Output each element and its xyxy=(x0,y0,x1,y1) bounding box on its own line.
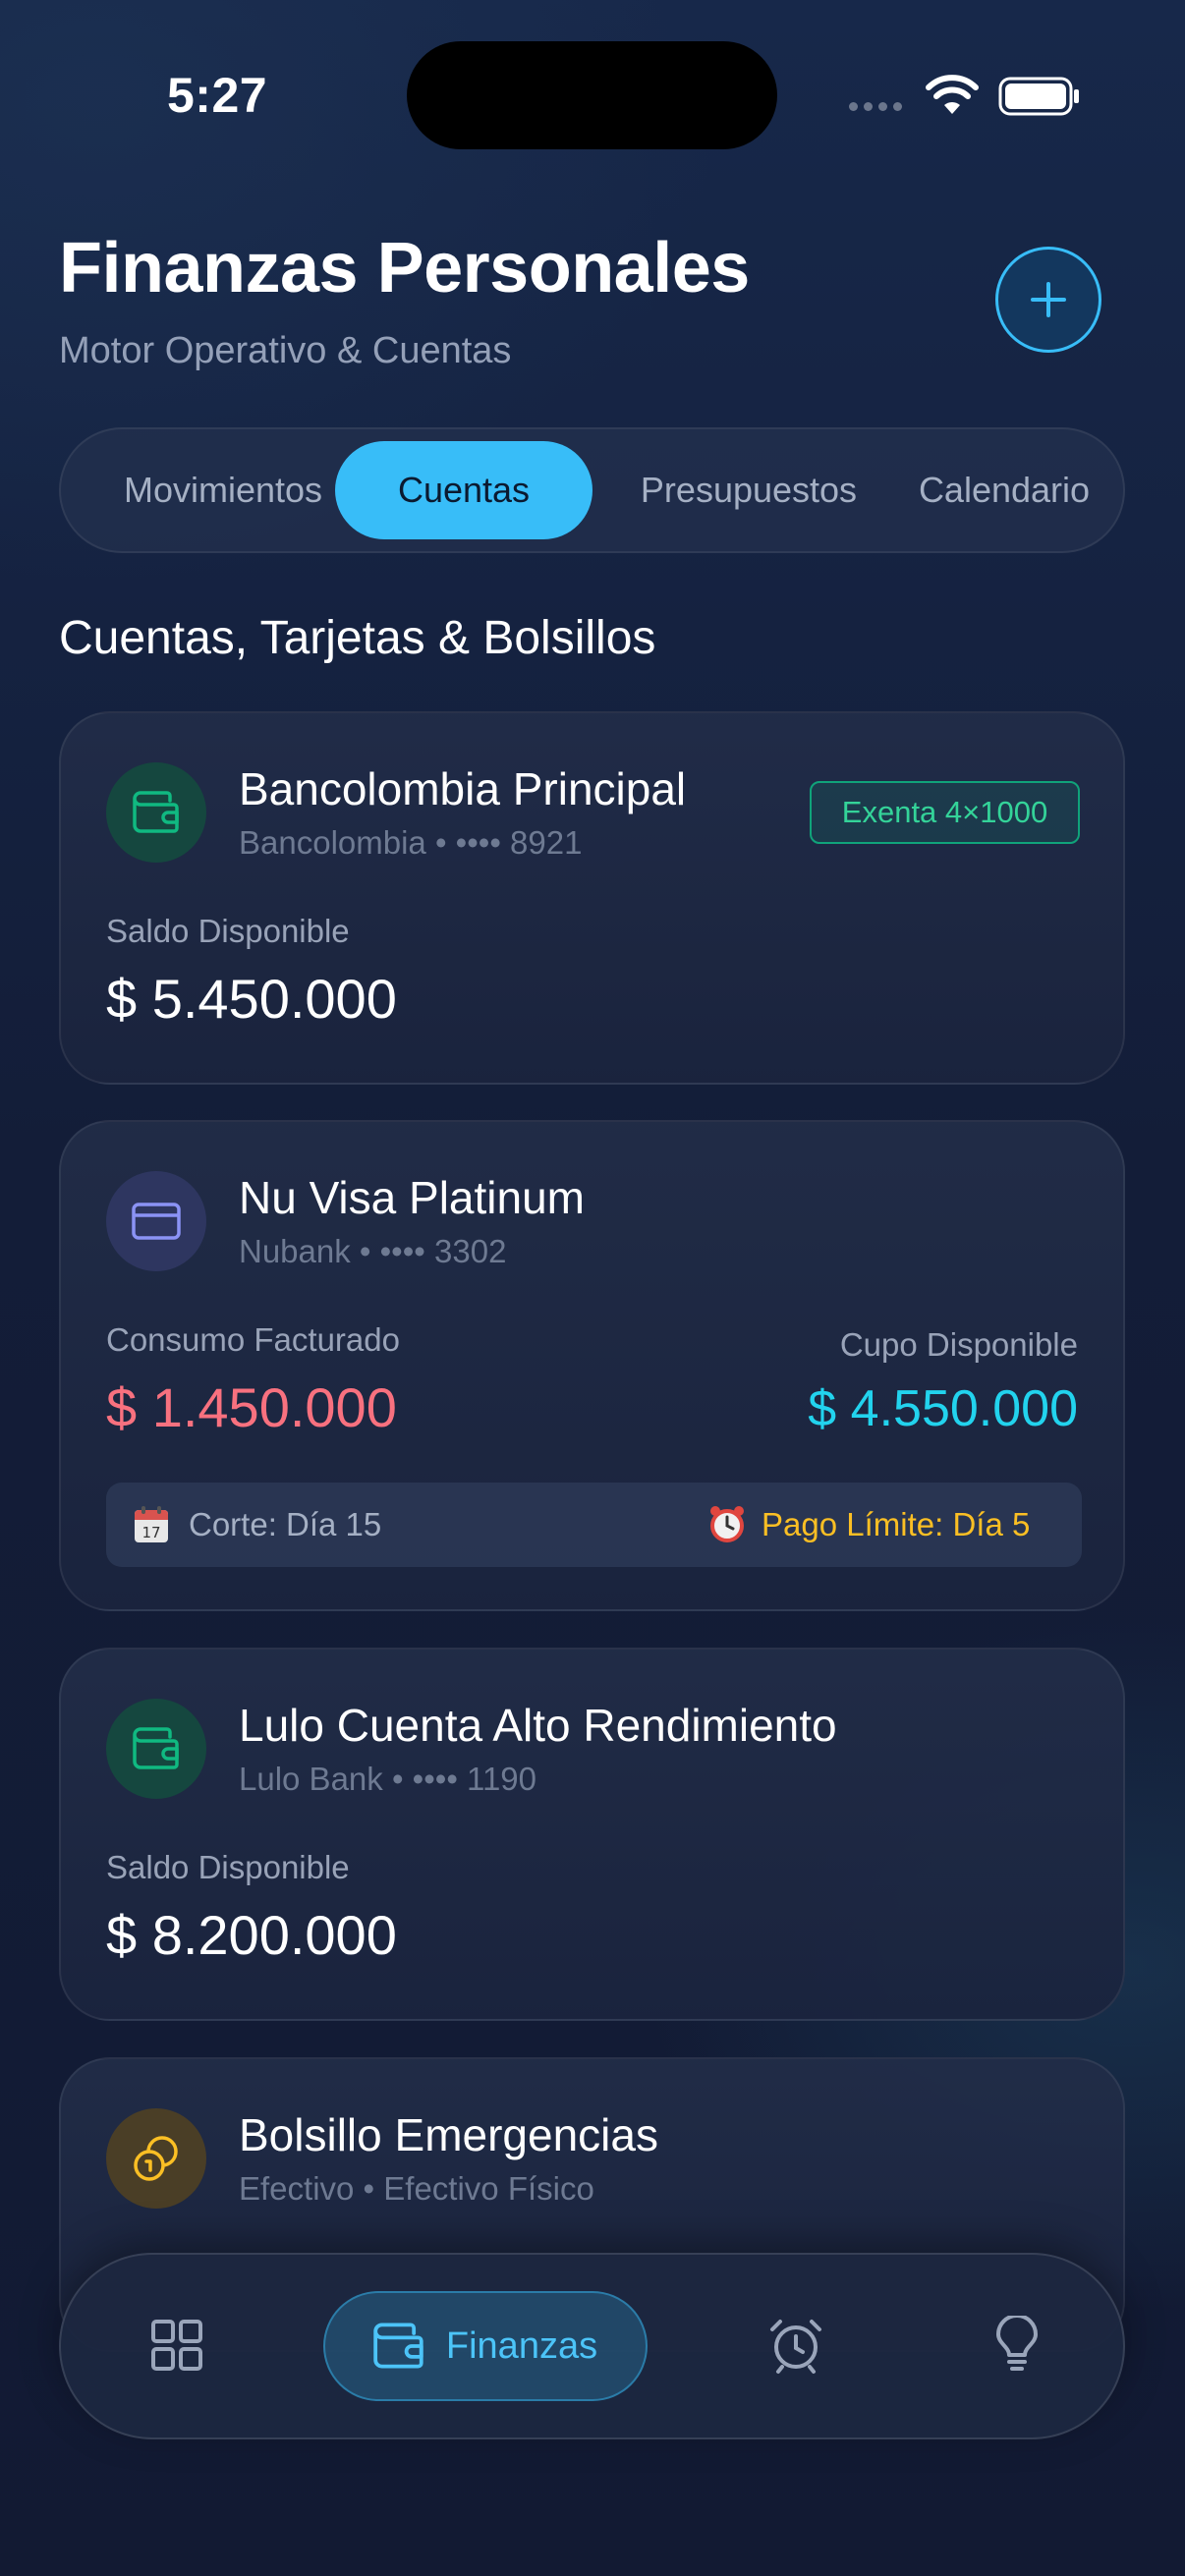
page-title: Finanzas Personales xyxy=(59,229,750,308)
tab-calendario[interactable]: Calendario xyxy=(891,441,1117,539)
billed-label: Consumo Facturado xyxy=(106,1321,400,1358)
nav-finanzas-label: Finanzas xyxy=(445,2324,598,2367)
alarm-clock-icon xyxy=(770,2320,821,2374)
tax-exempt-badge: Exenta 4×1000 xyxy=(810,781,1080,844)
dashboard-grid-icon xyxy=(151,2320,202,2371)
balance-amount: $ 8.200.000 xyxy=(106,1904,397,1966)
alarm-clock-icon xyxy=(710,1506,744,1542)
balance-label: Saldo Disponible xyxy=(106,913,350,949)
account-subtitle: Lulo Bank • •••• 1190 xyxy=(239,1761,537,1797)
page-subtitle: Motor Operativo & Cuentas xyxy=(59,330,512,371)
account-subtitle: Bancolombia • •••• 8921 xyxy=(239,824,583,861)
billing-dates-row: 17 Corte: Día 15 Pago Límite: Día 5 xyxy=(106,1483,1082,1567)
balance-label: Saldo Disponible xyxy=(106,1849,350,1885)
account-name: Bancolombia Principal xyxy=(239,763,687,814)
account-card[interactable]: Lulo Cuenta Alto Rendimiento Lulo Bank •… xyxy=(59,1648,1125,2021)
nav-insights[interactable] xyxy=(983,2311,1051,2380)
account-name: Bolsillo Emergencias xyxy=(239,2109,658,2160)
account-subtitle: Efectivo • Efectivo Físico xyxy=(239,2170,594,2207)
tab-cuentas[interactable]: Cuentas xyxy=(335,441,592,539)
account-name: Lulo Cuenta Alto Rendimiento xyxy=(239,1700,837,1751)
section-title: Cuentas, Tarjetas & Bolsillos xyxy=(59,612,656,664)
billed-amount: $ 1.450.000 xyxy=(106,1376,397,1438)
bottom-navigation: Finanzas xyxy=(59,2253,1125,2439)
plus-icon xyxy=(1031,282,1066,317)
tab-presupuestos[interactable]: Presupuestos xyxy=(599,441,898,539)
svg-text:17: 17 xyxy=(141,1524,160,1541)
account-name: Nu Visa Platinum xyxy=(239,1172,585,1223)
wallet-icon xyxy=(106,762,206,863)
payment-due-day: Pago Límite: Día 5 xyxy=(762,1506,1031,1542)
section-tabs: Movimientos Cuentas Presupuestos Calenda… xyxy=(59,427,1125,553)
dynamic-island xyxy=(407,41,777,149)
nav-reminders[interactable] xyxy=(762,2311,830,2380)
lightbulb-icon xyxy=(996,2316,1038,2371)
add-button[interactable] xyxy=(995,247,1101,353)
credit-card-icon xyxy=(106,1171,206,1271)
status-time: 5:27 xyxy=(167,68,268,123)
wallet-icon xyxy=(106,1699,206,1799)
cellular-signal-icon xyxy=(849,102,902,111)
nav-finanzas[interactable]: Finanzas xyxy=(323,2291,648,2401)
account-card[interactable]: Bancolombia Principal Bancolombia • ••••… xyxy=(59,711,1125,1085)
available-amount: $ 4.550.000 xyxy=(808,1380,1078,1437)
coins-icon xyxy=(106,2108,206,2209)
balance-amount: $ 5.450.000 xyxy=(106,968,397,1030)
wallet-icon xyxy=(373,2323,423,2369)
credit-card-card[interactable]: Nu Visa Platinum Nubank • •••• 3302 Cons… xyxy=(59,1120,1125,1611)
account-subtitle: Nubank • •••• 3302 xyxy=(239,1233,507,1269)
wifi-icon xyxy=(926,75,979,114)
calendar-icon: 17 xyxy=(135,1506,168,1542)
nav-dashboard[interactable] xyxy=(142,2311,211,2380)
tab-movimientos[interactable]: Movimientos xyxy=(76,441,370,539)
available-label: Cupo Disponible xyxy=(839,1326,1078,1363)
battery-icon xyxy=(998,77,1079,116)
cutoff-day: Corte: Día 15 xyxy=(189,1506,382,1542)
